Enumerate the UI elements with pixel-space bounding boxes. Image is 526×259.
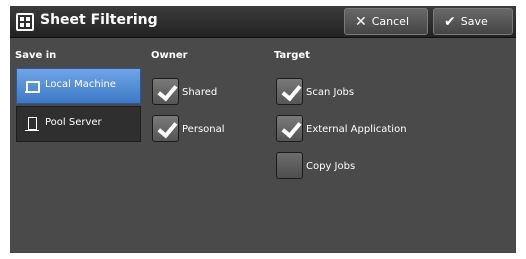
cancel-button[interactable]: ✕ Cancel [344,8,428,35]
target-external-application-option[interactable]: External Application [276,115,407,142]
owner-personal-option[interactable]: Personal [152,115,225,142]
checkmark-icon: ✔ [444,13,456,30]
target-heading: Target [274,50,310,61]
save-button-label: Save [460,15,488,28]
cancel-button-label: Cancel [371,15,409,28]
owner-heading: Owner [151,50,188,61]
owner-shared-option[interactable]: Shared [152,78,217,105]
personal-checkbox[interactable] [152,115,179,142]
save-in-heading: Save in [15,50,57,61]
close-icon: ✕ [355,13,367,30]
page-title: Sheet Filtering [40,12,158,28]
save-button[interactable]: ✔ Save [433,8,513,35]
external-application-label: External Application [306,124,407,135]
target-scan-jobs-option[interactable]: Scan Jobs [276,78,354,105]
sheet-filtering-screen: Sheet Filtering ✕ Cancel ✔ Save Save in … [10,6,516,253]
copy-jobs-label: Copy Jobs [306,161,356,172]
shared-label: Shared [182,87,218,98]
pool-server-button[interactable]: Pool Server [16,106,141,142]
external-application-checkbox[interactable] [276,115,303,142]
scan-jobs-checkbox[interactable] [276,78,303,105]
local-machine-label: Local Machine [45,79,116,90]
personal-label: Personal [182,124,225,135]
title-bar: Sheet Filtering ✕ Cancel ✔ Save [10,6,516,38]
pool-server-label: Pool Server [45,117,102,128]
scan-jobs-label: Scan Jobs [306,87,355,98]
server-icon [25,117,39,131]
sheet-grid-icon [16,13,34,31]
local-machine-button[interactable]: Local Machine [16,68,141,104]
target-copy-jobs-option[interactable]: Copy Jobs [276,152,355,179]
computer-icon [25,79,40,93]
shared-checkbox[interactable] [152,78,179,105]
copy-jobs-checkbox[interactable] [276,152,303,179]
